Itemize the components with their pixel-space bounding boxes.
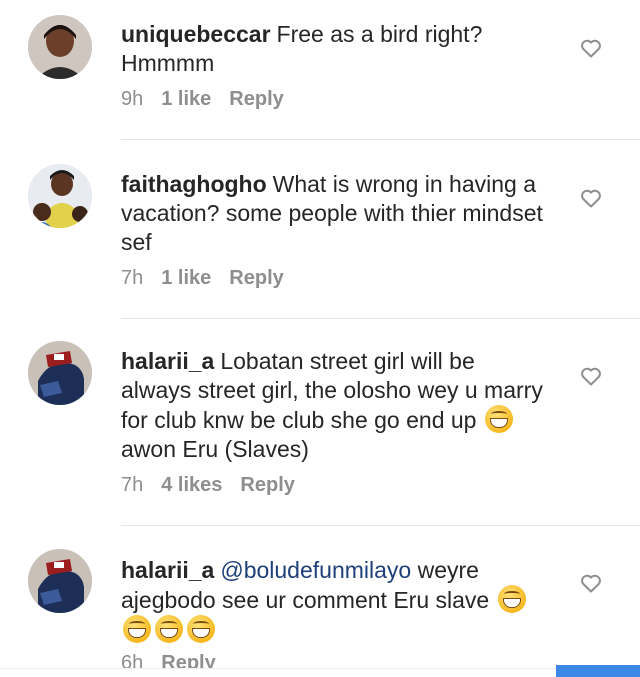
avatar[interactable] — [28, 549, 92, 613]
comment-meta: 7h 4 likes Reply — [121, 474, 295, 497]
comment-body: faithaghogho What is wrong in having a va… — [121, 170, 551, 257]
comment-meta: 7h 1 like Reply — [121, 267, 284, 290]
comment-likes[interactable]: 1 like — [161, 267, 211, 290]
divider — [121, 525, 640, 526]
comment-username[interactable]: faithaghogho — [121, 171, 267, 197]
comment-text-continued: awon Eru (Slaves) — [121, 436, 309, 462]
comment-body: uniquebeccar Free as a bird right? Hmmmm — [121, 20, 551, 78]
comment-body: halarii_a Lobatan street girl will be alw… — [121, 347, 551, 464]
comment-likes[interactable]: 1 like — [161, 88, 211, 111]
avatar[interactable] — [28, 341, 92, 405]
comment-username[interactable]: halarii_a — [121, 348, 214, 374]
reply-button[interactable]: Reply — [229, 88, 283, 111]
grinning-face-emoji-icon — [187, 615, 215, 643]
grinning-face-emoji-icon — [497, 585, 526, 613]
grinning-face-emoji-icon — [484, 405, 513, 433]
mention-link[interactable]: @boludefunmilayo — [220, 557, 411, 583]
comment-likes[interactable]: 4 likes — [161, 474, 222, 497]
heart-icon[interactable] — [579, 364, 603, 388]
comment-time: 7h — [121, 474, 144, 496]
avatar[interactable] — [28, 15, 92, 79]
avatar[interactable] — [28, 164, 92, 228]
heart-icon[interactable] — [579, 36, 603, 60]
action-button[interactable] — [556, 665, 640, 677]
comment-time: 9h — [121, 88, 144, 110]
reply-button[interactable]: Reply — [229, 267, 283, 290]
bottom-bar — [0, 668, 640, 677]
heart-icon[interactable] — [579, 186, 603, 210]
comment-meta: 9h 1 like Reply — [121, 88, 284, 111]
reply-button[interactable]: Reply — [240, 474, 294, 497]
comment-time: 7h — [121, 267, 144, 289]
grinning-face-emoji-icon — [123, 615, 151, 643]
heart-icon[interactable] — [579, 571, 603, 595]
comment-username[interactable]: halarii_a — [121, 557, 214, 583]
comment-body: halarii_a @boludefunmilayo weyre ajegbodo… — [121, 556, 551, 645]
divider — [121, 139, 640, 140]
comment-username[interactable]: uniquebeccar — [121, 21, 271, 47]
divider — [121, 318, 640, 319]
grinning-face-emoji-icon — [155, 615, 183, 643]
